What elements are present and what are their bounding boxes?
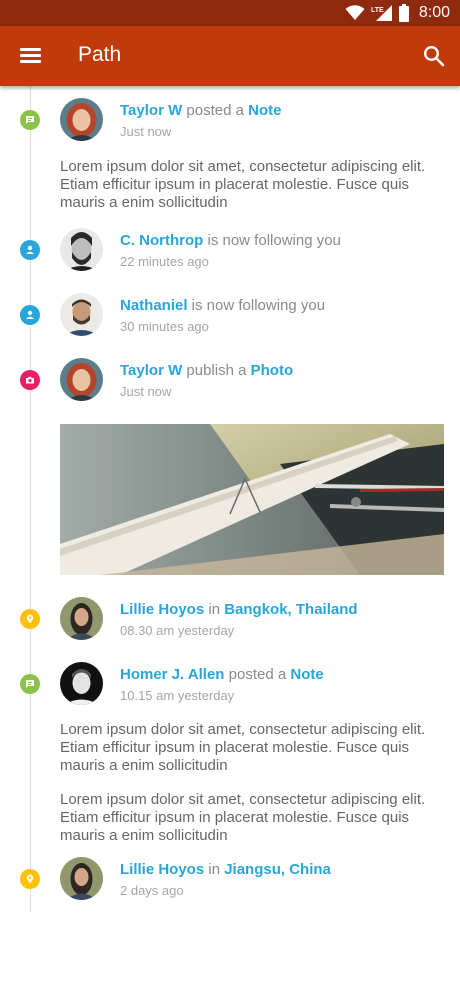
timeline-line [30, 86, 31, 912]
location-link[interactable]: Bangkok, Thailand [224, 601, 357, 618]
avatar[interactable] [60, 857, 103, 900]
avatar[interactable] [60, 597, 103, 640]
camera-icon [26, 376, 34, 384]
clock: 8:00 [418, 4, 450, 21]
feed-item-header: Taylor W posted a Note [120, 102, 282, 119]
location-link[interactable]: Jiangsu, China [224, 861, 331, 878]
location-dot [20, 609, 40, 629]
target-link[interactable]: Note [290, 666, 323, 683]
target-link[interactable]: Note [248, 102, 281, 119]
cell-signal-icon: LTE [371, 5, 392, 21]
photo-dot [20, 370, 40, 390]
feed-item-header: Lillie Hoyos in Bangkok, Thailand [120, 601, 358, 618]
page-title: Path [78, 43, 122, 66]
user-link[interactable]: Lillie Hoyos [120, 861, 204, 878]
timestamp: 08.30 am yesterday [120, 623, 235, 638]
note-text: Lorem ipsum dolor sit amet, consectetur … [60, 158, 426, 211]
target-link[interactable]: Photo [251, 362, 294, 379]
feed-item-header: Nathaniel is now following you [120, 297, 326, 314]
note-icon [26, 680, 34, 688]
user-link[interactable]: C. Northrop [120, 232, 203, 249]
menu-icon[interactable] [20, 46, 42, 64]
network-type-label: LTE [371, 7, 384, 14]
battery-icon [398, 4, 409, 22]
follow-dot [20, 305, 40, 325]
post-photo[interactable] [60, 424, 444, 575]
note-dot [20, 110, 40, 130]
search-icon[interactable] [422, 44, 446, 68]
note-text: Lorem ipsum dolor sit amet, consectetur … [60, 791, 426, 844]
feed-item-header: Taylor W publish a Photo [120, 362, 294, 379]
follow-dot [20, 240, 40, 260]
timestamp: Just now [120, 384, 172, 399]
timestamp: 22 minutes ago [120, 254, 209, 269]
user-link[interactable]: Homer J. Allen [120, 666, 224, 683]
wifi-icon [345, 5, 365, 20]
note-text: Lorem ipsum dolor sit amet, consectetur … [60, 721, 426, 774]
avatar[interactable] [60, 293, 103, 336]
note-dot [20, 674, 40, 694]
avatar[interactable] [60, 98, 103, 141]
timestamp: Just now [120, 124, 172, 139]
user-link[interactable]: Taylor W [120, 362, 182, 379]
user-link[interactable]: Lillie Hoyos [120, 601, 204, 618]
note-icon [26, 116, 34, 124]
avatar[interactable] [60, 662, 103, 705]
user-link[interactable]: Taylor W [120, 102, 182, 119]
timestamp: 10.15 am yesterday [120, 688, 235, 703]
person-icon [26, 310, 34, 319]
app-bar: Path [0, 26, 460, 86]
feed-item-header: Homer J. Allen posted a Note [120, 666, 324, 683]
status-bar: LTE 8:00 [0, 0, 460, 26]
feed-item-header: C. Northrop is now following you [120, 232, 341, 249]
avatar[interactable] [60, 358, 103, 401]
user-link[interactable]: Nathaniel [120, 297, 188, 314]
feed-item-header: Lillie Hoyos in Jiangsu, China [120, 861, 331, 878]
person-icon [26, 245, 34, 254]
location-pin-icon [26, 614, 34, 624]
avatar[interactable] [60, 228, 103, 271]
location-dot [20, 869, 40, 889]
timestamp: 30 minutes ago [120, 319, 209, 334]
location-pin-icon [26, 874, 34, 884]
status-icons: LTE 8:00 [345, 2, 450, 24]
timestamp: 2 days ago [120, 883, 184, 898]
